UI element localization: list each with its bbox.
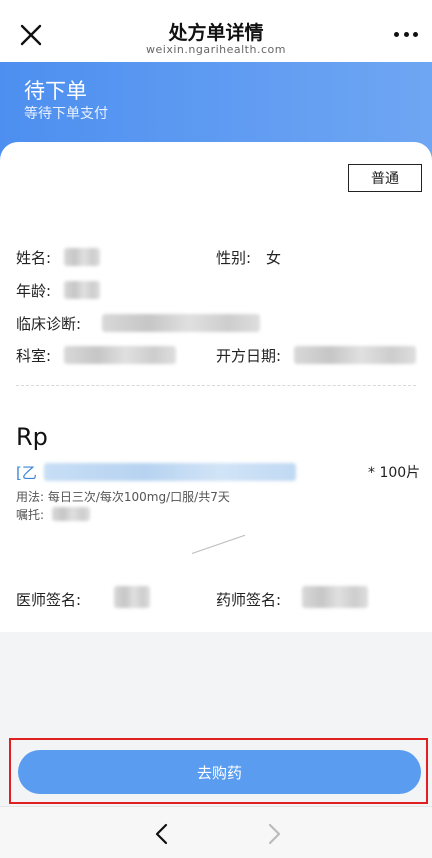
department-label: 科室:	[16, 347, 52, 365]
more-icon-dot	[413, 31, 418, 37]
diagnosis-value-redacted	[102, 314, 260, 332]
doctor-signature-label: 医师签名:	[16, 591, 82, 609]
section-divider	[16, 385, 416, 386]
doctor-signature-redacted	[114, 586, 150, 608]
status-title: 待下单	[24, 79, 87, 103]
more-button[interactable]	[394, 26, 418, 42]
name-label: 姓名:	[16, 249, 52, 267]
more-icon	[394, 31, 399, 37]
date-label: 开方日期:	[216, 347, 282, 365]
drug-quantity: * 100片	[368, 465, 421, 481]
advice-label: 嘱托:	[16, 508, 45, 522]
prescription-card	[0, 142, 432, 632]
date-value-redacted	[294, 346, 416, 364]
back-button[interactable]	[150, 822, 174, 846]
chevron-left-icon	[155, 823, 168, 845]
drug-name-prefix[interactable]: [乙	[16, 462, 37, 483]
drug-name-redacted[interactable]	[44, 463, 296, 481]
buy-medicine-button[interactable]: 去购药	[18, 750, 421, 794]
department-value-redacted	[64, 346, 176, 364]
chevron-right-icon	[268, 823, 281, 845]
name-value-redacted	[64, 248, 100, 266]
pharmacist-signature-redacted	[302, 586, 368, 608]
page-title: 处方单详情	[168, 22, 264, 44]
diagnosis-label: 临床诊断:	[16, 315, 82, 333]
status-subtitle: 等待下单支付	[24, 106, 108, 122]
more-icon-dot	[403, 31, 409, 37]
gender-label: 性别:	[216, 249, 252, 267]
age-label: 年龄:	[16, 282, 52, 300]
gender-value: 女	[266, 249, 282, 267]
drug-usage: 用法: 每日三次/每次100mg/口服/共7天	[16, 490, 230, 504]
forward-button[interactable]	[262, 822, 286, 846]
prescription-type-badge: 普通	[348, 164, 422, 192]
age-value-redacted	[64, 281, 100, 299]
pharmacist-signature-label: 药师签名:	[216, 591, 282, 609]
browser-nav-bar	[0, 806, 432, 858]
page-domain: weixin.ngarihealth.com	[146, 43, 286, 56]
rp-title: Rp	[16, 423, 48, 451]
advice-value-redacted	[52, 507, 90, 521]
